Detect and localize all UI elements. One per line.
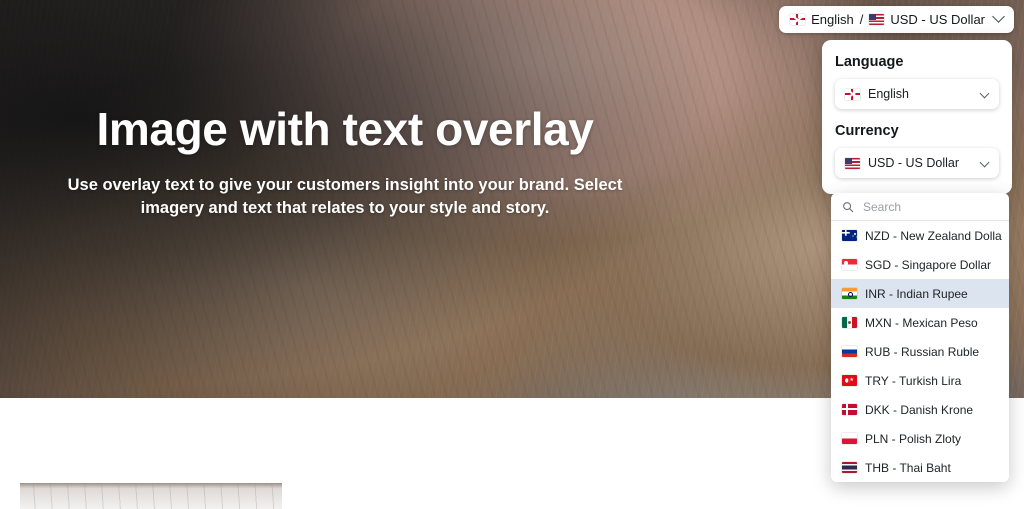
- chevron-down-icon: [979, 157, 990, 168]
- in-flag-icon: [842, 288, 857, 299]
- sg-flag-icon: [842, 259, 857, 270]
- currency-option[interactable]: DKK - Danish Krone: [831, 395, 1009, 424]
- gb-flag-icon: [845, 88, 860, 100]
- currency-option-label: PLN - Polish Zloty: [865, 431, 962, 446]
- currency-option[interactable]: SGD - Singapore Dollar: [831, 250, 1009, 279]
- dk-flag-icon: [842, 404, 857, 415]
- chevron-down-icon: [992, 10, 1005, 23]
- hero-text-block: Image with text overlay Use overlay text…: [0, 103, 690, 221]
- pill-currency-label: USD - US Dollar: [890, 12, 985, 27]
- currency-search-row[interactable]: Search: [831, 193, 1009, 221]
- language-currency-selector-button[interactable]: English / USD - US Dollar: [779, 6, 1014, 33]
- mx-flag-icon: [842, 317, 857, 328]
- currency-option[interactable]: NZD - New Zealand Dolla: [831, 221, 1009, 250]
- currency-option-label: THB - Thai Baht: [865, 460, 951, 475]
- currency-option-label: DKK - Danish Krone: [865, 402, 974, 417]
- page-root: Image with text overlay Use overlay text…: [0, 0, 1024, 509]
- language-select[interactable]: English: [835, 79, 999, 109]
- currency-option[interactable]: MXN - Mexican Peso: [831, 308, 1009, 337]
- currency-item-container: NZD - New Zealand Dolla SGD - Singapore D…: [831, 221, 1009, 482]
- us-flag-icon: [845, 157, 860, 169]
- currency-option[interactable]: RUB - Russian Ruble: [831, 337, 1009, 366]
- product-image: [20, 483, 282, 509]
- gb-flag-icon: [790, 14, 806, 25]
- nz-flag-icon: [842, 230, 857, 241]
- currency-option[interactable]: INR - Indian Rupee: [831, 279, 1009, 308]
- language-currency-panel: Language English Currency USD - US Dolla…: [822, 40, 1012, 194]
- currency-option[interactable]: TRY - Turkish Lira: [831, 366, 1009, 395]
- currency-option-label: INR - Indian Rupee: [865, 286, 968, 301]
- currency-heading: Currency: [835, 123, 899, 139]
- us-flag-icon: [869, 14, 885, 25]
- tr-flag-icon: [842, 375, 857, 386]
- currency-options-list: Search NZD - New Zealand Dolla SGD - Sing…: [831, 193, 1009, 482]
- currency-option-label: RUB - Russian Ruble: [865, 344, 980, 359]
- currency-option-label: TRY - Turkish Lira: [865, 373, 962, 388]
- language-heading: Language: [835, 54, 904, 70]
- currency-option-label: SGD - Singapore Dollar: [865, 257, 992, 272]
- currency-option-label: NZD - New Zealand Dolla: [865, 228, 1002, 243]
- currency-select[interactable]: USD - US Dollar: [835, 148, 999, 178]
- currency-search-placeholder: Search: [863, 199, 902, 214]
- currency-option-label: MXN - Mexican Peso: [865, 315, 978, 330]
- th-flag-icon: [842, 462, 857, 473]
- currency-select-value: USD - US Dollar: [868, 156, 959, 170]
- currency-option[interactable]: THB - Thai Baht: [831, 453, 1009, 482]
- chevron-down-icon: [979, 88, 990, 99]
- pill-language-label: English: [811, 12, 854, 27]
- product-card[interactable]: [20, 483, 282, 509]
- language-select-value: English: [868, 87, 909, 101]
- pl-flag-icon: [842, 433, 857, 444]
- pill-separator: /: [859, 12, 864, 27]
- ru-flag-icon: [842, 346, 857, 357]
- hero-title: Image with text overlay: [96, 103, 594, 155]
- search-icon: [843, 201, 854, 212]
- hero-subtitle: Use overlay text to give your customers …: [67, 175, 623, 218]
- currency-option[interactable]: PLN - Polish Zloty: [831, 424, 1009, 453]
